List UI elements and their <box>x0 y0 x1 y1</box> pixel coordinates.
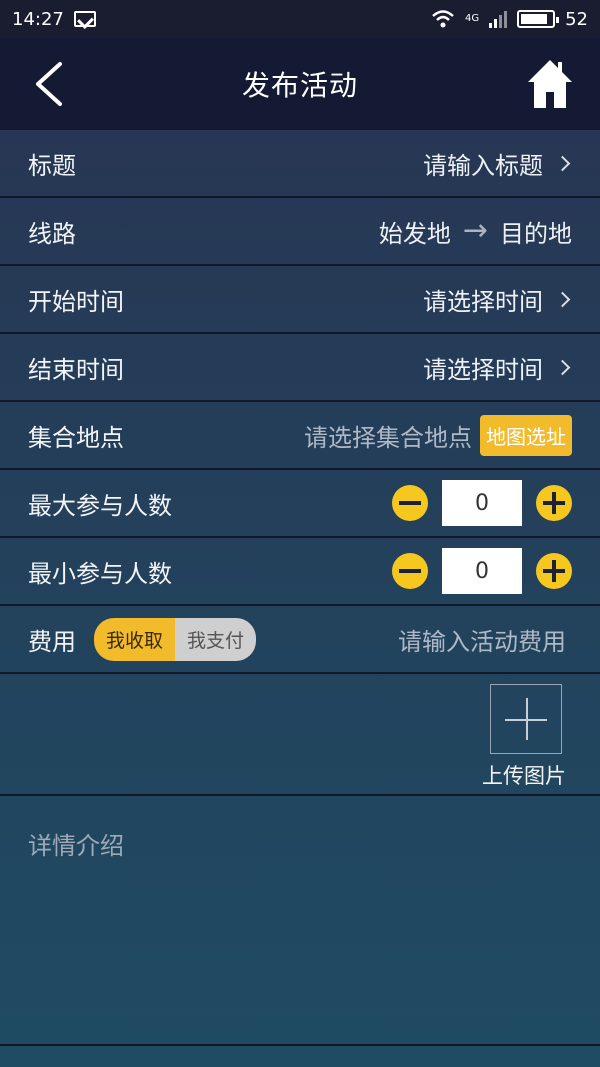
max-increment-button[interactable] <box>536 485 572 521</box>
detail-placeholder: 详情介绍 <box>28 832 124 860</box>
end-time-picker[interactable]: 请选择时间 <box>423 350 543 385</box>
max-participants-row: 最大参与人数 0 <box>0 470 600 538</box>
notification-icon <box>73 11 96 27</box>
min-participants-row: 最小参与人数 0 <box>0 538 600 606</box>
title-label: 标题 <box>28 151 76 180</box>
route-row: 线路 始发地 → 目的地 <box>0 198 600 266</box>
upload-label: 上传图片 <box>482 764 566 788</box>
fee-pay-option[interactable]: 我支付 <box>175 617 257 661</box>
min-decrement-button[interactable] <box>392 553 428 589</box>
chevron-right-icon <box>554 359 571 375</box>
meeting-place-input[interactable]: 请选择集合地点 <box>304 418 472 453</box>
end-time-row[interactable]: 结束时间 请选择时间 <box>0 334 600 402</box>
chevron-right-icon <box>554 291 571 307</box>
form: 标题 请输入标题 线路 始发地 → 目的地 开始时间 请选择时间 结束时间 请选… <box>0 130 600 1046</box>
route-to-input[interactable]: 目的地 <box>500 214 572 249</box>
detail-textarea[interactable]: 详情介绍 <box>0 796 600 1046</box>
fee-toggle: 我收取 我支付 <box>94 617 257 661</box>
start-time-picker[interactable]: 请选择时间 <box>423 282 543 317</box>
nav-bar: 发布活动 <box>0 38 600 130</box>
route-from-input[interactable]: 始发地 <box>379 214 451 249</box>
fee-label: 费用 <box>28 627 76 656</box>
min-participants-input[interactable]: 0 <box>442 548 522 594</box>
min-participants-label: 最小参与人数 <box>28 559 172 588</box>
upload-image-button[interactable] <box>490 684 562 754</box>
fee-receive-option[interactable]: 我收取 <box>94 617 176 661</box>
min-increment-button[interactable] <box>536 553 572 589</box>
start-time-label: 开始时间 <box>28 287 124 316</box>
max-decrement-button[interactable] <box>392 485 428 521</box>
fee-row: 费用 我收取 我支付 请输入活动费用 <box>0 606 600 674</box>
back-button[interactable] <box>30 60 70 108</box>
page-title: 发布活动 <box>241 69 358 102</box>
signal-icon <box>489 10 508 28</box>
home-button[interactable] <box>526 58 574 110</box>
battery-icon <box>517 10 560 28</box>
map-select-button[interactable]: 地图选址 <box>480 414 572 456</box>
chevron-right-icon <box>554 155 571 171</box>
status-bar: 14:27 4G 52 <box>0 0 600 38</box>
wifi-icon <box>432 10 454 28</box>
meeting-place-row: 集合地点 请选择集合地点 地图选址 <box>0 402 600 470</box>
status-time: 14:27 <box>12 8 64 30</box>
meeting-place-label: 集合地点 <box>28 423 124 452</box>
end-time-label: 结束时间 <box>28 355 124 384</box>
upload-section: 上传图片 <box>0 674 600 796</box>
max-participants-input[interactable]: 0 <box>442 480 522 526</box>
title-input[interactable]: 请输入标题 <box>423 146 543 181</box>
route-label: 线路 <box>28 219 76 248</box>
title-row[interactable]: 标题 请输入标题 <box>0 130 600 198</box>
network-type: 4G <box>464 13 480 24</box>
battery-level: 52 <box>565 8 588 30</box>
start-time-row[interactable]: 开始时间 请选择时间 <box>0 266 600 334</box>
max-participants-label: 最大参与人数 <box>28 491 172 520</box>
arrow-right-icon: → <box>462 213 488 248</box>
fee-input[interactable]: 请输入活动费用 <box>398 622 566 657</box>
